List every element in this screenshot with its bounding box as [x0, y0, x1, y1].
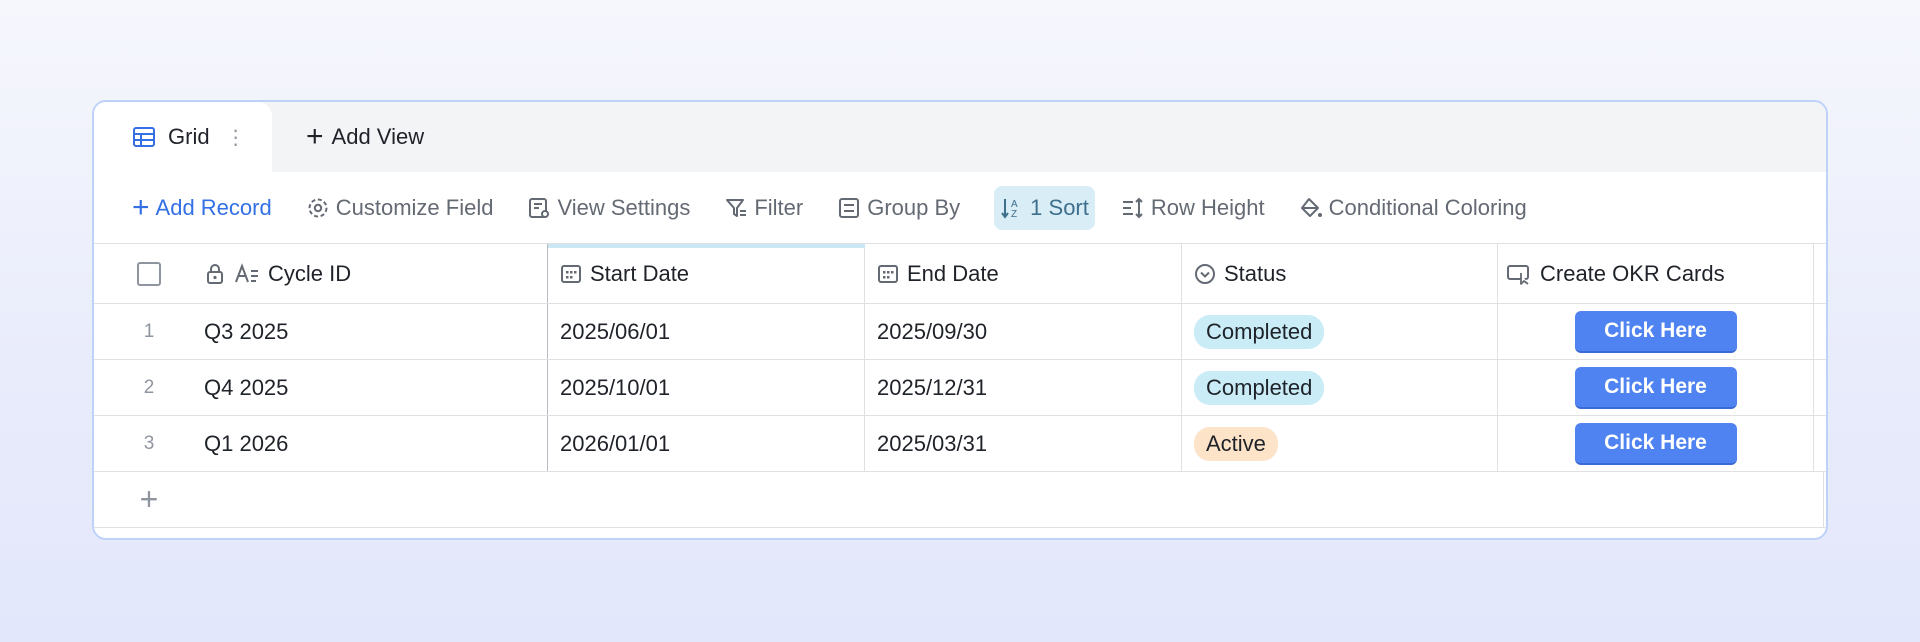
row-height-button[interactable]: Row Height — [1121, 186, 1265, 230]
row-tail — [1814, 416, 1826, 471]
cell-start-date[interactable]: 2025/06/01 — [548, 304, 865, 359]
row-tail — [1814, 360, 1826, 415]
filter-button[interactable]: Filter — [724, 186, 803, 230]
header-tail — [1814, 244, 1826, 303]
add-row-plus-icon[interactable]: + — [94, 472, 204, 527]
column-header-end-date[interactable]: End Date — [865, 244, 1182, 303]
plus-icon: + — [132, 190, 150, 224]
gear-icon — [308, 198, 328, 217]
cell-create-okr-cards: Click Here — [1498, 360, 1814, 415]
toolbar: + Add Record Customize Field View Settin… — [94, 172, 1826, 244]
conditional-coloring-label: Conditional Coloring — [1328, 194, 1527, 220]
tab-grid-label: Grid — [168, 124, 210, 149]
click-here-button[interactable]: Click Here — [1574, 366, 1737, 409]
group-by-label: Group By — [867, 194, 961, 220]
column-title: Create OKR Cards — [1540, 260, 1725, 286]
column-header-cycle-id[interactable]: Cycle ID — [204, 244, 548, 303]
cell-start-date[interactable]: 2025/10/01 — [548, 360, 865, 415]
sort-label: 1 Sort — [1030, 194, 1089, 220]
paint-bucket-icon — [1300, 197, 1322, 217]
row-index: 2 — [143, 376, 155, 398]
cell-create-okr-cards: Click Here — [1498, 304, 1814, 359]
customize-field-label: Customize Field — [335, 194, 494, 220]
cell-end-date[interactable]: 2025/03/31 — [865, 416, 1182, 471]
add-row-fill — [204, 472, 1824, 527]
click-here-button[interactable]: Click Here — [1574, 422, 1737, 465]
tab-grid[interactable]: Grid ⋮ — [94, 102, 272, 172]
calendar-icon — [878, 264, 898, 283]
select-all-checkbox[interactable] — [137, 261, 161, 286]
status-badge: Completed — [1194, 314, 1325, 349]
row-height-label: Row Height — [1150, 194, 1265, 220]
view-settings-icon — [529, 197, 550, 218]
add-row[interactable]: + — [94, 472, 1826, 528]
cell-start-date[interactable]: 2026/01/01 — [548, 416, 865, 471]
text-field-icon — [235, 262, 258, 282]
cell-status[interactable]: Active — [1182, 416, 1498, 471]
sort-button[interactable]: A Z 1 Sort — [994, 185, 1095, 230]
filter-label: Filter — [754, 194, 804, 220]
table-row[interactable]: 1 Q3 2025 2025/06/01 2025/09/30 Complete… — [94, 304, 1826, 360]
view-tab-bar: Grid ⋮ + Add View — [94, 102, 1826, 172]
sort-icon: A Z — [1001, 198, 1018, 220]
table-row[interactable]: 3 Q1 2026 2026/01/01 2025/03/31 Active C… — [94, 416, 1826, 472]
column-title: End Date — [907, 260, 999, 286]
add-record-label: Add Record — [155, 194, 272, 220]
cell-end-date[interactable]: 2025/12/31 — [865, 360, 1182, 415]
cell-cycle-id[interactable]: Q3 2025 — [204, 304, 548, 359]
status-badge: Completed — [1194, 370, 1325, 405]
add-view-label: Add View — [331, 124, 425, 149]
add-view-button[interactable]: + Add View — [306, 102, 424, 172]
view-settings-button[interactable]: View Settings — [527, 186, 690, 230]
cell-status[interactable]: Completed — [1182, 304, 1498, 359]
filter-icon — [726, 198, 747, 217]
group-icon — [839, 197, 860, 218]
column-header-create-okr-cards[interactable]: Create OKR Cards — [1498, 244, 1814, 303]
row-index: 1 — [143, 320, 155, 342]
customize-field-button[interactable]: Customize Field — [306, 186, 494, 230]
cell-cycle-id[interactable]: Q1 2026 — [204, 416, 548, 471]
cell-cycle-id[interactable]: Q4 2025 — [204, 360, 548, 415]
grid-view-panel: Grid ⋮ + Add View + Add Record Customize… — [92, 100, 1828, 540]
group-by-button[interactable]: Group By — [837, 186, 960, 230]
row-index: 3 — [143, 432, 155, 454]
button-field-icon — [1507, 264, 1529, 285]
lock-icon — [207, 263, 223, 284]
column-title: Status — [1224, 260, 1287, 286]
add-record-button[interactable]: + Add Record — [132, 186, 272, 230]
data-grid: Cycle ID Start Date End Date Status Crea… — [94, 244, 1826, 528]
svg-text:Z: Z — [1011, 209, 1017, 220]
status-badge: Active — [1194, 426, 1278, 461]
row-height-icon — [1122, 197, 1143, 218]
view-settings-label: View Settings — [557, 194, 691, 220]
row-tail — [1814, 304, 1826, 359]
table-row[interactable]: 2 Q4 2025 2025/10/01 2025/12/31 Complete… — [94, 360, 1826, 416]
click-here-button[interactable]: Click Here — [1574, 310, 1737, 353]
select-all-cell — [94, 244, 204, 303]
conditional-coloring-button[interactable]: Conditional Coloring — [1299, 186, 1527, 230]
calendar-icon — [561, 264, 581, 283]
more-options-icon[interactable]: ⋮ — [226, 125, 246, 150]
column-title: Cycle ID — [268, 260, 352, 286]
single-select-icon — [1195, 263, 1215, 284]
plus-icon: + — [306, 120, 324, 153]
cell-end-date[interactable]: 2025/09/30 — [865, 304, 1182, 359]
cell-create-okr-cards: Click Here — [1498, 416, 1814, 471]
column-header-start-date[interactable]: Start Date — [548, 244, 865, 303]
table-icon — [133, 127, 155, 147]
add-row-tail — [1824, 472, 1826, 527]
column-header-status[interactable]: Status — [1182, 244, 1498, 303]
column-title: Start Date — [590, 260, 690, 286]
cell-status[interactable]: Completed — [1182, 360, 1498, 415]
header-row: Cycle ID Start Date End Date Status Crea… — [94, 244, 1826, 304]
